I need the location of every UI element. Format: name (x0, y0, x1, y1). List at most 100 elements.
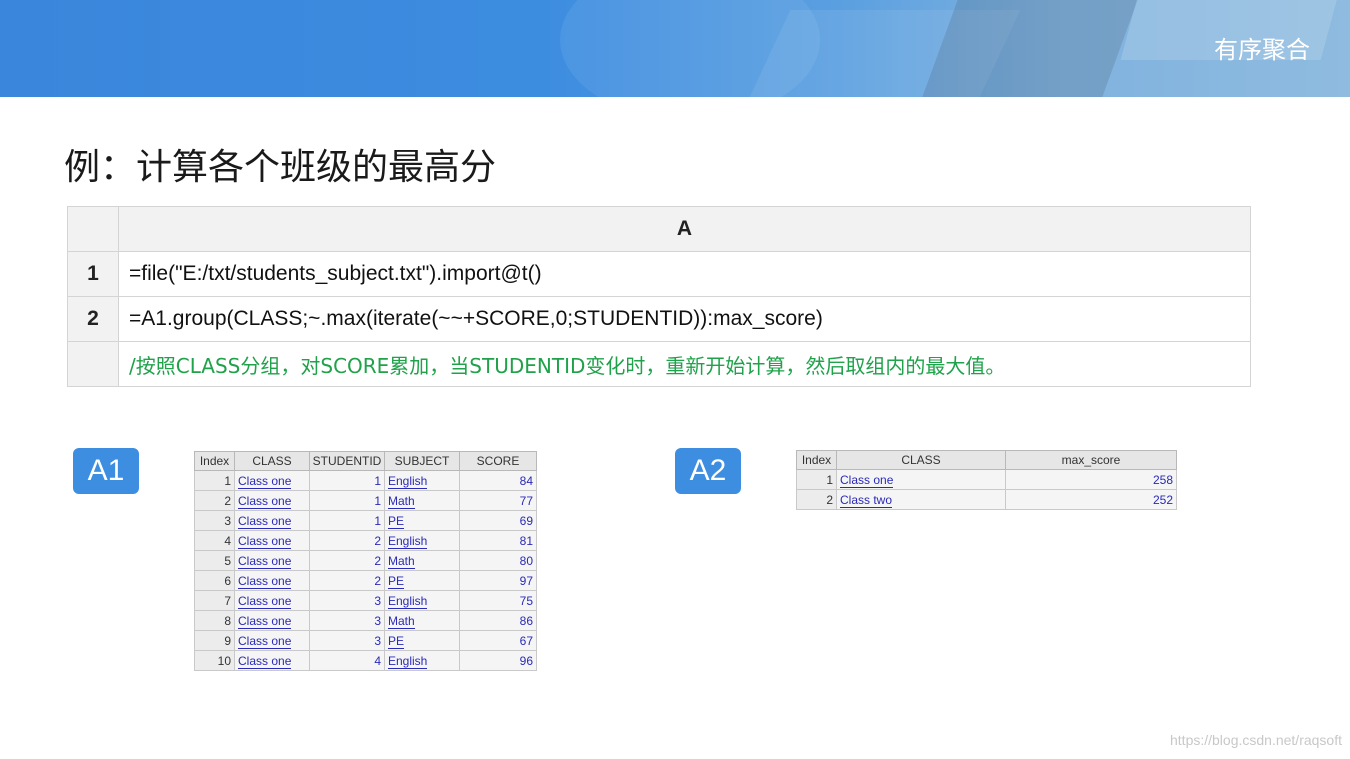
table-cell[interactable]: 8 (194, 610, 235, 631)
table-cell[interactable]: Class one (234, 530, 310, 551)
table-cell[interactable]: 97 (459, 570, 537, 591)
table-cell[interactable]: English (384, 650, 460, 671)
table-row[interactable]: 8 Class one 3 Math 86 (194, 610, 537, 631)
cell-link-text: Math (388, 613, 415, 629)
table-cell[interactable]: PE (384, 510, 460, 531)
cell-a3-comment[interactable]: /按照CLASS分组，对SCORE累加，当STUDENTID变化时，重新开始计算… (118, 341, 1251, 387)
table-cell[interactable]: Class one (234, 570, 310, 591)
table-cell[interactable]: Class one (836, 469, 1006, 490)
column-header[interactable]: SCORE (459, 451, 537, 471)
cell-link-text: Class one (238, 613, 292, 629)
table-cell[interactable]: Class one (234, 630, 310, 651)
column-header-a[interactable]: A (118, 206, 1251, 252)
grid-row: /按照CLASS分组，对SCORE累加，当STUDENTID变化时，重新开始计算… (67, 341, 1251, 387)
table-cell[interactable]: Class one (234, 650, 310, 671)
table-cell[interactable]: 3 (194, 510, 235, 531)
table-cell[interactable]: 258 (1005, 469, 1177, 490)
table-cell[interactable]: 69 (459, 510, 537, 531)
table-cell[interactable]: 4 (309, 650, 385, 671)
table-cell[interactable]: 3 (309, 630, 385, 651)
cell-link-text: Class one (238, 593, 292, 609)
table-row[interactable]: 2 Class one 1 Math 77 (194, 490, 537, 511)
column-header[interactable]: CLASS (836, 450, 1006, 470)
cell-link-text: English (388, 593, 428, 609)
table-row[interactable]: 6 Class one 2 PE 97 (194, 570, 537, 591)
table-cell[interactable]: 3 (309, 610, 385, 631)
table-cell[interactable]: Class one (234, 510, 310, 531)
column-header[interactable]: Index (796, 450, 837, 470)
table-cell[interactable]: 2 (309, 530, 385, 551)
column-header[interactable]: SUBJECT (384, 451, 460, 471)
cell-link-text: PE (388, 573, 405, 589)
watermark: https://blog.csdn.net/raqsoft (1170, 732, 1342, 748)
cell-link-text: Class one (238, 513, 292, 529)
table-row[interactable]: 7 Class one 3 English 75 (194, 590, 537, 611)
table-cell[interactable]: 81 (459, 530, 537, 551)
table-cell[interactable]: 2 (796, 489, 837, 510)
column-header[interactable]: STUDENTID (309, 451, 385, 471)
table-row[interactable]: 4 Class one 2 English 81 (194, 530, 537, 551)
row-number[interactable] (67, 341, 119, 387)
table-cell[interactable]: Class one (234, 550, 310, 571)
table-cell[interactable]: Math (384, 490, 460, 511)
cell-link-text: English (388, 473, 428, 489)
table-row[interactable]: 3 Class one 1 PE 69 (194, 510, 537, 531)
table-row[interactable]: 9 Class one 3 PE 67 (194, 630, 537, 651)
table-cell[interactable]: Math (384, 550, 460, 571)
table-cell[interactable]: Class one (234, 610, 310, 631)
table-row[interactable]: 1 Class one 258 (796, 469, 1177, 490)
table-cell[interactable]: 75 (459, 590, 537, 611)
cell-link-text: Math (388, 493, 415, 509)
table-cell[interactable]: 1 (194, 470, 235, 491)
table-cell[interactable]: PE (384, 570, 460, 591)
cell-a2[interactable]: =A1.group(CLASS;~.max(iterate(~~+SCORE,0… (118, 296, 1251, 342)
cell-link-text: Class one (238, 533, 292, 549)
table-cell[interactable]: 77 (459, 490, 537, 511)
table-cell[interactable]: 84 (459, 470, 537, 491)
table-cell[interactable]: 3 (309, 590, 385, 611)
table-cell[interactable]: 4 (194, 530, 235, 551)
cell-link-text: Class one (840, 472, 894, 488)
column-header[interactable]: Index (194, 451, 235, 471)
table-cell[interactable]: 2 (194, 490, 235, 511)
table-cell[interactable]: PE (384, 630, 460, 651)
table-row[interactable]: 2 Class two 252 (796, 489, 1177, 510)
table-cell[interactable]: 7 (194, 590, 235, 611)
table-header-row: Index CLASS STUDENTID SUBJECT SCORE (194, 451, 537, 471)
table-cell[interactable]: 5 (194, 550, 235, 571)
table-cell[interactable]: English (384, 590, 460, 611)
table-header-row: Index CLASS max_score (796, 450, 1177, 470)
table-cell[interactable]: 80 (459, 550, 537, 571)
table-cell[interactable]: 96 (459, 650, 537, 671)
table-cell[interactable]: Math (384, 610, 460, 631)
table-cell[interactable]: 6 (194, 570, 235, 591)
table-cell[interactable]: 86 (459, 610, 537, 631)
cell-link-text: Math (388, 553, 415, 569)
table-cell[interactable]: Class one (234, 470, 310, 491)
table-cell[interactable]: Class one (234, 490, 310, 511)
table-cell[interactable]: 2 (309, 570, 385, 591)
table-cell[interactable]: 252 (1005, 489, 1177, 510)
column-header[interactable]: max_score (1005, 450, 1177, 470)
cell-link-text: Class two (840, 492, 893, 508)
column-header[interactable]: CLASS (234, 451, 310, 471)
table-cell[interactable]: 1 (309, 510, 385, 531)
table-row[interactable]: 10 Class one 4 English 96 (194, 650, 537, 671)
table-cell[interactable]: 67 (459, 630, 537, 651)
row-number[interactable]: 2 (67, 296, 119, 342)
table-cell[interactable]: 1 (796, 469, 837, 490)
table-cell[interactable]: Class two (836, 489, 1006, 510)
table-cell[interactable]: 1 (309, 490, 385, 511)
table-row[interactable]: 1 Class one 1 English 84 (194, 470, 537, 491)
table-cell[interactable]: 1 (309, 470, 385, 491)
row-number[interactable]: 1 (67, 251, 119, 297)
table-row[interactable]: 5 Class one 2 Math 80 (194, 550, 537, 571)
table-cell[interactable]: 9 (194, 630, 235, 651)
grid-header-row: A (67, 206, 1251, 252)
table-cell[interactable]: 2 (309, 550, 385, 571)
table-cell[interactable]: 10 (194, 650, 235, 671)
table-cell[interactable]: English (384, 530, 460, 551)
table-cell[interactable]: English (384, 470, 460, 491)
table-cell[interactable]: Class one (234, 590, 310, 611)
cell-a1[interactable]: =file("E:/txt/students_subject.txt").imp… (118, 251, 1251, 297)
